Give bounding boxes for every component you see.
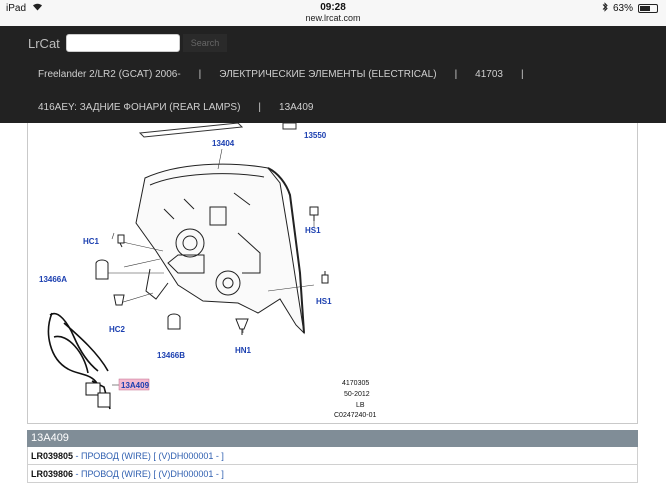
callout-13466a[interactable]: 13466A bbox=[39, 275, 67, 284]
status-right: 63% bbox=[602, 2, 658, 15]
address-bar[interactable]: new.lrcat.com bbox=[0, 13, 666, 23]
callout-hc2[interactable]: HC2 bbox=[109, 325, 126, 334]
parts-list: 13A409 LR039805 - ПРОВОД (WIRE) [ (V)DH0… bbox=[27, 430, 638, 483]
reference-number: 4170305 bbox=[342, 380, 369, 387]
breadcrumb-section[interactable]: 416AEY: ЗАДНИЕ ФОНАРИ (REAR LAMPS) bbox=[38, 102, 240, 113]
lamp-trim-strip bbox=[138, 123, 297, 138]
table-row[interactable]: LR039805 - ПРОВОД (WIRE) [ (V)DH000001 -… bbox=[27, 447, 638, 465]
reference-date: 50-2012 bbox=[344, 391, 370, 398]
brand-logo[interactable]: LrCat bbox=[28, 36, 60, 51]
rear-lamp-drawing: 13404 13550 HC1 HS1 13466A HS1 HC2 13466… bbox=[39, 123, 377, 419]
parts-diagram: 13404 13550 HC1 HS1 13466A HS1 HC2 13466… bbox=[27, 123, 638, 424]
wiring-harness bbox=[47, 312, 111, 410]
breadcrumb-part[interactable]: 13A409 bbox=[279, 102, 313, 113]
parts-list-header: 13A409 bbox=[27, 430, 638, 447]
reference-code: LB bbox=[356, 402, 365, 409]
callout-hn1[interactable]: HN1 bbox=[235, 346, 252, 355]
breadcrumb-continued: 416AEY: ЗАДНИЕ ФОНАРИ (REAR LAMPS) | 13A… bbox=[38, 102, 314, 113]
bluetooth-icon bbox=[602, 2, 608, 15]
breadcrumb-group[interactable]: ЭЛЕКТРИЧЕСКИЕ ЭЛЕМЕНТЫ (ELECTRICAL) bbox=[219, 69, 436, 80]
callout-13a409[interactable]: 13A409 bbox=[121, 381, 150, 390]
part-description-link[interactable]: - ПРОВОД (WIRE) [ (V)DH000001 - ] bbox=[73, 451, 224, 461]
breadcrumb-separator: | bbox=[454, 69, 458, 80]
clock: 09:28 bbox=[320, 2, 346, 13]
breadcrumb-separator: | bbox=[198, 69, 202, 80]
callout-hs1-top[interactable]: HS1 bbox=[305, 226, 321, 235]
breadcrumb-model[interactable]: Freelander 2/LR2 (GCAT) 2006- bbox=[38, 69, 181, 80]
status-bar: iPad 09:28 new.lrcat.com 63% bbox=[0, 0, 666, 26]
battery-icon bbox=[638, 4, 658, 13]
callout-hs1-bottom[interactable]: HS1 bbox=[316, 297, 332, 306]
callout-13550[interactable]: 13550 bbox=[304, 131, 327, 140]
callout-13404[interactable]: 13404 bbox=[212, 139, 235, 148]
breadcrumb-subgroup[interactable]: 41703 bbox=[475, 69, 503, 80]
search-button[interactable]: Search bbox=[183, 34, 227, 52]
battery-percent: 63% bbox=[612, 3, 633, 14]
part-number[interactable]: LR039806 bbox=[31, 469, 73, 479]
part-description-link[interactable]: - ПРОВОД (WIRE) [ (V)DH000001 - ] bbox=[73, 469, 224, 479]
navbar: LrCat Search Freelander 2/LR2 (GCAT) 200… bbox=[0, 26, 666, 123]
callout-hc1[interactable]: HC1 bbox=[83, 237, 100, 246]
battery-fill bbox=[640, 6, 651, 11]
search-input[interactable] bbox=[66, 34, 180, 52]
breadcrumb-separator: | bbox=[258, 102, 262, 113]
breadcrumb-separator: | bbox=[520, 69, 524, 80]
part-number[interactable]: LR039805 bbox=[31, 451, 73, 461]
table-row[interactable]: LR039806 - ПРОВОД (WIRE) [ (V)DH000001 -… bbox=[27, 465, 638, 483]
reference-drawing-id: C0247240-01 bbox=[334, 412, 377, 419]
callout-13466b[interactable]: 13466B bbox=[157, 351, 185, 360]
rear-lamp-housing bbox=[135, 163, 305, 335]
breadcrumb: Freelander 2/LR2 (GCAT) 2006- | ЭЛЕКТРИЧ… bbox=[38, 69, 542, 80]
